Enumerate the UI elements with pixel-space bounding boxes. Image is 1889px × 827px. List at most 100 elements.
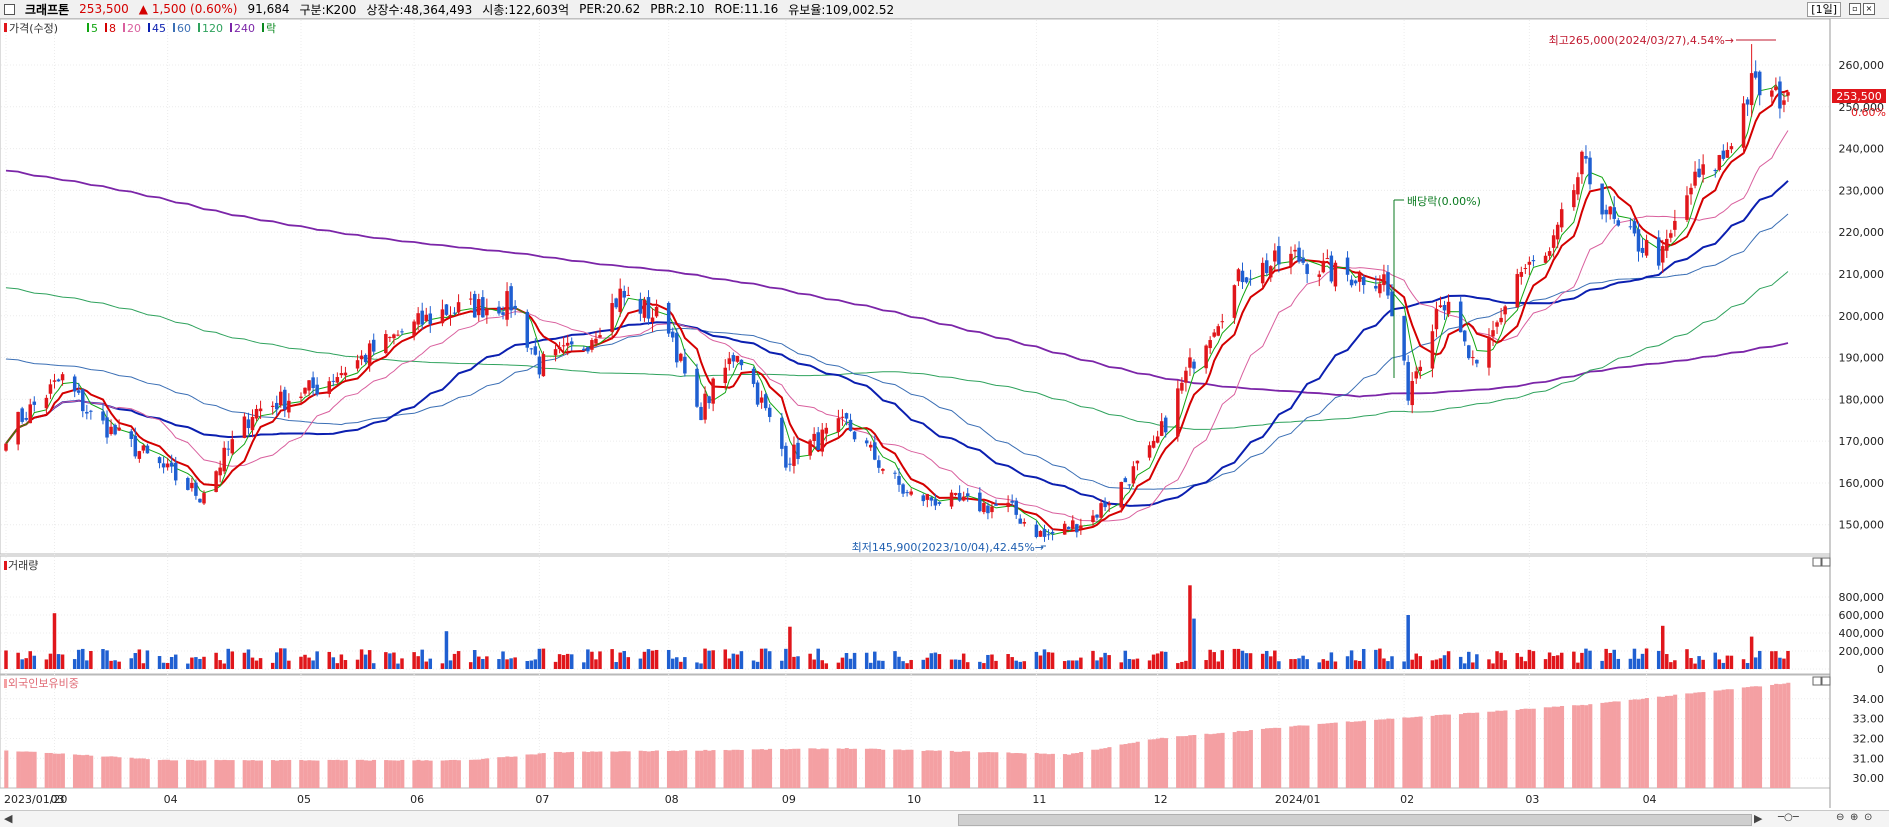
candle-body xyxy=(1584,156,1588,159)
candle-body xyxy=(541,354,546,377)
volume-bar xyxy=(1757,650,1762,669)
stock-chart[interactable]: 150,000 160,000 170,000 180,000 190,000 200,0… xyxy=(0,0,1889,810)
volume-bar xyxy=(129,658,134,669)
foreign-bar xyxy=(339,760,344,788)
volume-bar xyxy=(699,663,703,669)
foreign-bar xyxy=(881,749,886,788)
volume-bar xyxy=(808,653,812,669)
foreign-bar xyxy=(355,759,360,788)
volume-panel-close-icon[interactable] xyxy=(1821,557,1831,567)
candle-body xyxy=(327,381,332,394)
volume-bar xyxy=(1050,652,1055,669)
foreign-bar xyxy=(1018,753,1023,788)
candle-body xyxy=(868,444,873,448)
volume-bar xyxy=(1289,659,1293,669)
volume-bar xyxy=(1656,650,1661,669)
foreign-bar xyxy=(852,748,857,788)
volume-bar xyxy=(1329,652,1334,669)
zoom-in-icon[interactable]: ⊕ xyxy=(1850,812,1858,823)
candle-body xyxy=(670,331,675,338)
volume-bar xyxy=(1361,648,1366,669)
foreign-bar xyxy=(1414,716,1419,788)
candle-body xyxy=(270,405,275,407)
legend-item: 20 xyxy=(127,22,141,35)
candle-body xyxy=(1689,187,1693,195)
foreign-panel-close-icon[interactable] xyxy=(1821,676,1831,686)
candle-body xyxy=(412,321,416,337)
foreign-bar xyxy=(897,749,902,788)
candle-body xyxy=(1192,361,1196,369)
volume-bar xyxy=(1357,660,1362,669)
candle-body xyxy=(202,493,206,504)
volume-bar xyxy=(654,649,659,669)
foreign-bar xyxy=(1062,754,1068,788)
foreign-bar xyxy=(840,748,845,788)
zoom-reset-icon[interactable]: ⊙ xyxy=(1864,812,1872,823)
foreign-bar xyxy=(767,748,773,788)
volume-bar xyxy=(909,660,913,669)
legend-swatch xyxy=(230,23,232,32)
volume-bar xyxy=(796,656,800,669)
candle-body xyxy=(1543,255,1548,263)
volume-panel-max-icon[interactable] xyxy=(1812,557,1822,567)
zoom-slider-icon[interactable]: ─○─ xyxy=(1778,812,1799,823)
foreign-bar xyxy=(20,751,25,788)
horizontal-scrollbar[interactable]: ◀ ▶ ─○─ ⊖ ⊕ ⊙ xyxy=(0,810,1889,827)
volume-bar xyxy=(824,663,829,669)
candle-body xyxy=(1612,207,1616,219)
volume-bar xyxy=(1260,653,1265,669)
foreign-bar xyxy=(541,753,546,788)
candle-body xyxy=(1572,190,1576,208)
candle-body xyxy=(1204,345,1208,369)
volume-bar xyxy=(1669,662,1673,669)
volume-legend-swatch xyxy=(4,561,7,570)
volume-bar xyxy=(1786,650,1790,669)
foreign-bar xyxy=(1127,743,1132,788)
candle-body xyxy=(246,419,251,429)
candle-body xyxy=(48,384,53,394)
scroll-thumb[interactable] xyxy=(958,814,1752,826)
candle-body xyxy=(1604,209,1608,215)
foreign-bar xyxy=(925,750,930,788)
foreign-bar xyxy=(186,759,191,788)
volume-bar xyxy=(767,651,772,669)
volume-bar xyxy=(925,657,930,669)
last-percent-label: 0.60% xyxy=(1851,106,1886,119)
volume-bar xyxy=(1301,655,1305,669)
foreign-bar xyxy=(1010,753,1015,788)
zoom-out-icon[interactable]: ⊖ xyxy=(1836,812,1844,823)
foreign-bar xyxy=(101,756,106,788)
scroll-left-icon[interactable]: ◀ xyxy=(4,812,12,825)
candle-body xyxy=(695,368,699,407)
candle-body xyxy=(909,491,913,495)
candle-body xyxy=(1317,274,1322,277)
legend-swatch xyxy=(262,23,264,32)
candle-body xyxy=(929,497,934,501)
foreign-bar xyxy=(359,759,364,788)
foreign-bar xyxy=(169,760,175,788)
volume-bar xyxy=(76,649,81,669)
foreign-bar xyxy=(1289,726,1294,788)
candle-body xyxy=(169,462,174,467)
foreign-bar xyxy=(1636,699,1641,788)
volume-bar xyxy=(1382,658,1386,669)
candle-body xyxy=(117,427,121,431)
scroll-right-icon[interactable]: ▶ xyxy=(1754,812,1762,825)
foreign-bar xyxy=(553,751,558,788)
volume-tick-label: 800,000 xyxy=(1839,591,1885,604)
foreign-bar xyxy=(444,760,449,788)
foreign-bar xyxy=(1357,721,1363,788)
volume-bar xyxy=(1612,649,1616,669)
volume-bar xyxy=(953,659,958,669)
foreign-bar xyxy=(614,751,619,788)
foreign-panel-max-icon[interactable] xyxy=(1812,676,1822,686)
foreign-bar xyxy=(788,749,793,788)
volume-bar xyxy=(28,651,32,669)
candle-body xyxy=(788,463,792,465)
volume-bar xyxy=(505,659,509,669)
volume-bar xyxy=(1414,653,1418,669)
candle-body xyxy=(1749,73,1754,106)
candle-body xyxy=(101,411,105,421)
candle-body xyxy=(1131,466,1136,484)
candle-body xyxy=(1378,283,1382,294)
